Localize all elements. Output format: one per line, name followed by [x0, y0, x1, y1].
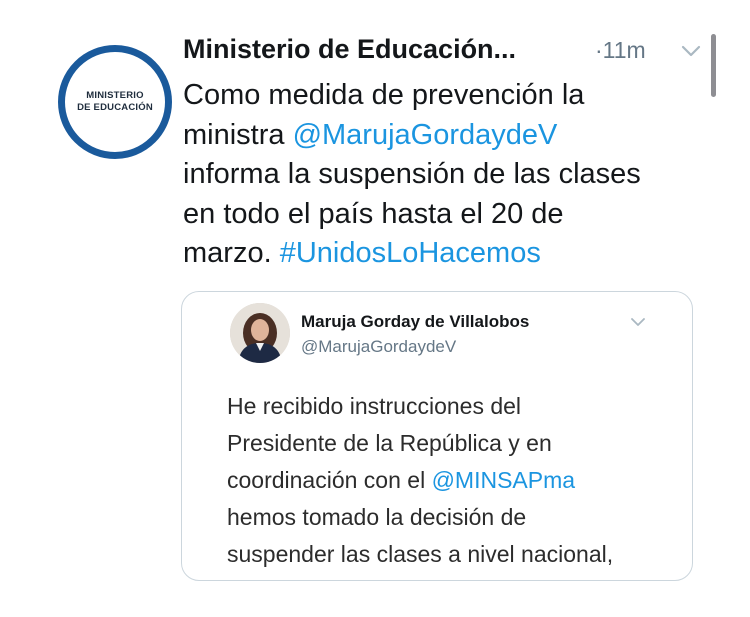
tweet-text-segment: informa la suspensión de las clases	[183, 158, 641, 190]
quoted-text-line: hemos tomado la decisión de	[227, 499, 687, 536]
quoted-text-segment: coordinación con el	[227, 467, 432, 493]
tweet-text-line: en todo el país hasta el 20 de	[183, 195, 713, 235]
tweet-timestamp[interactable]: ·11m	[595, 37, 646, 64]
quoted-text-line: Presidente de la República y en	[227, 425, 687, 462]
quoted-text-segment: suspender las clases a nivel nacional,	[227, 541, 614, 567]
tweet-text-line: informa la suspensión de las clases	[183, 155, 713, 195]
author-avatar[interactable]: MINISTERIO DE EDUCACIÓN	[58, 45, 172, 159]
author-name[interactable]: Ministerio de Educación...	[183, 34, 516, 65]
chevron-down-icon[interactable]	[681, 44, 701, 58]
tweet-text-segment: marzo.	[183, 237, 280, 269]
hashtag-link[interactable]: #UnidosLoHacemos	[280, 237, 541, 269]
quoted-author-avatar[interactable]	[230, 303, 290, 363]
avatar-text-line1: MINISTERIO	[86, 90, 144, 101]
quoted-text-line: coordinación con el @MINSAPma	[227, 462, 687, 499]
quoted-text-line: He recibido instrucciones del	[227, 388, 687, 425]
tweet-text-line: ministra @MarujaGordaydeV	[183, 116, 713, 156]
tweet-text-line: marzo. #UnidosLoHacemos	[183, 234, 713, 274]
quoted-mention-link[interactable]: @MINSAPma	[432, 467, 575, 493]
mention-link[interactable]: @MarujaGordaydeV	[293, 119, 558, 151]
quoted-tweet-card[interactable]: Maruja Gorday de Villalobos @MarujaGorda…	[181, 291, 693, 581]
quote-chevron-down-icon[interactable]	[630, 317, 646, 327]
tweet-text-line: Como medida de prevención la	[183, 76, 713, 116]
tweet-text-segment: en todo el país hasta el 20 de	[183, 197, 564, 230]
quoted-author-handle[interactable]: @MarujaGordaydeV	[301, 337, 456, 357]
avatar-text-line2: DE EDUCACIÓN	[77, 102, 153, 113]
quoted-avatar-photo	[230, 303, 290, 363]
tweet-text-segment: ministra	[183, 118, 293, 151]
tweet-body: Como medida de prevención la ministra @M…	[183, 76, 713, 274]
quoted-text-line: suspender las clases a nivel nacional,	[227, 536, 687, 573]
tweet-text-segment: Como medida de prevención la	[183, 79, 585, 111]
quoted-text-segment: Presidente de la República y en	[227, 430, 552, 456]
quoted-text-segment: He recibido instrucciones del	[227, 393, 522, 419]
quoted-tweet-body: He recibido instrucciones del Presidente…	[227, 388, 687, 573]
quoted-author-name[interactable]: Maruja Gorday de Villalobos	[301, 312, 529, 332]
quoted-text-segment: hemos tomado la decisión de	[227, 504, 527, 530]
tweet-header: Ministerio de Educación... ·11m	[183, 34, 703, 74]
